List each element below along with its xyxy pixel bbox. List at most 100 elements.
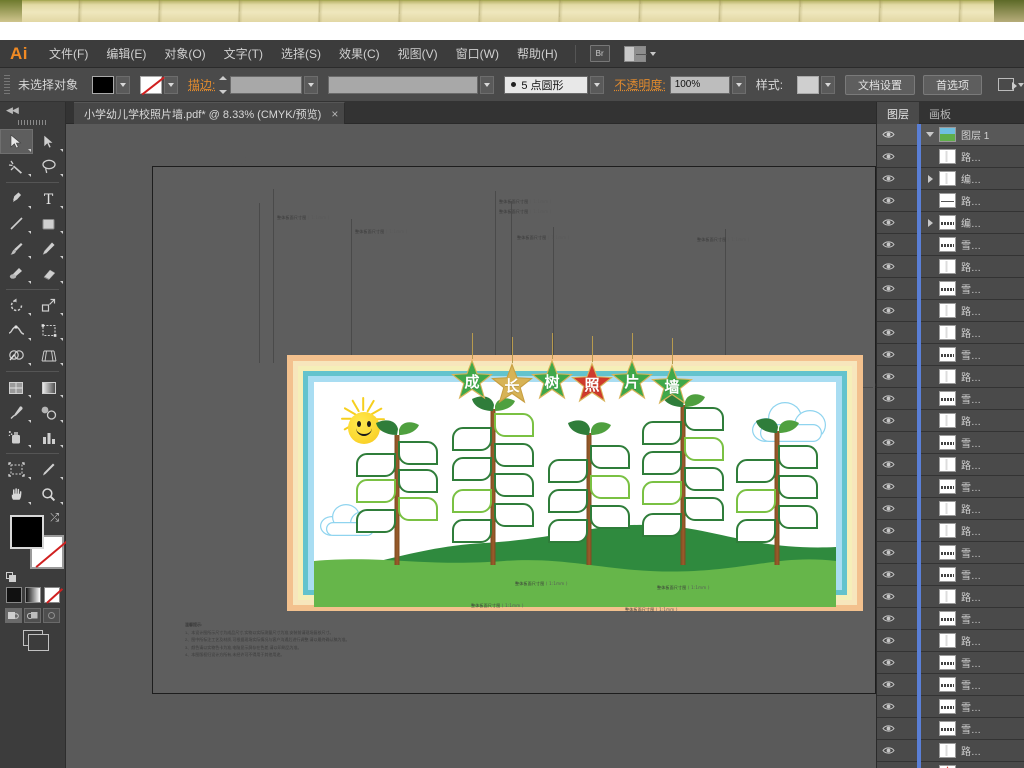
layer-name[interactable]: 路… [961, 457, 981, 472]
layer-name[interactable]: 路… [961, 149, 981, 164]
stroke-profile-input[interactable] [328, 76, 478, 94]
none-button[interactable] [44, 587, 60, 603]
eye-icon[interactable] [877, 284, 899, 293]
photo-frame[interactable] [548, 519, 588, 543]
swap-fill-stroke-icon[interactable]: ⤮ [50, 512, 59, 525]
rectangle-tool[interactable] [33, 211, 66, 236]
photo-frame[interactable] [494, 443, 534, 467]
eye-icon[interactable] [877, 636, 899, 645]
layer-row[interactable]: 路… [877, 300, 1024, 322]
photo-frame[interactable] [590, 475, 630, 499]
eye-icon[interactable] [877, 394, 899, 403]
screen-mode-button[interactable] [0, 630, 65, 646]
eye-icon[interactable] [877, 328, 899, 337]
photo-frame[interactable] [736, 459, 776, 483]
mesh-tool[interactable] [0, 375, 33, 400]
disclosure-triangle-icon[interactable] [921, 175, 939, 183]
column-graph-tool[interactable] [33, 425, 66, 450]
photo-frame[interactable] [548, 459, 588, 483]
direct-selection-tool[interactable] [33, 129, 66, 154]
layer-row[interactable]: 路… [877, 190, 1024, 212]
eye-icon[interactable] [877, 614, 899, 623]
layer-row[interactable]: 路… [877, 146, 1024, 168]
eye-icon[interactable] [877, 152, 899, 161]
menu-select[interactable]: 选择(S) [272, 40, 330, 67]
photo-frame[interactable] [736, 519, 776, 543]
layer-name[interactable]: 编… [961, 171, 981, 186]
eye-icon[interactable] [877, 174, 899, 183]
photo-frame[interactable] [684, 497, 724, 521]
title-star-2[interactable]: 长 [491, 363, 533, 405]
photo-frame[interactable] [778, 505, 818, 529]
eye-icon[interactable] [877, 548, 899, 557]
eye-icon[interactable] [877, 372, 899, 381]
gradient-tool[interactable] [33, 375, 66, 400]
layer-row[interactable]: 路… [877, 630, 1024, 652]
stroke-weight-stepper[interactable] [219, 76, 229, 94]
layer-name[interactable]: 路… [961, 193, 981, 208]
tree-1[interactable] [358, 417, 436, 565]
layer-row[interactable]: 雪… [877, 278, 1024, 300]
layer-row[interactable]: 雪… [877, 432, 1024, 454]
photo-frame[interactable] [452, 519, 492, 543]
eye-icon[interactable] [877, 130, 899, 139]
rotate-tool[interactable] [0, 293, 33, 318]
layer-name[interactable]: 雪… [961, 721, 981, 736]
layer-name[interactable]: 路… [961, 259, 981, 274]
photo-frame[interactable] [398, 469, 438, 493]
photo-frame[interactable] [356, 453, 396, 477]
type-tool[interactable]: T [33, 186, 66, 211]
eye-icon[interactable] [877, 570, 899, 579]
eye-icon[interactable] [877, 262, 899, 271]
fill-dropdown[interactable] [116, 76, 130, 94]
eye-icon[interactable] [877, 196, 899, 205]
eye-icon[interactable] [877, 526, 899, 535]
layer-name[interactable]: 路… [961, 589, 981, 604]
title-star-6[interactable]: 墙 [651, 364, 693, 406]
bridge-icon[interactable]: Br [590, 45, 610, 62]
photo-frame[interactable] [590, 505, 630, 529]
eraser-tool[interactable] [33, 261, 66, 286]
layer-row-root[interactable]: 图层 1 [877, 124, 1024, 146]
title-star-1[interactable]: 成 [451, 359, 493, 401]
photo-frame[interactable] [452, 457, 492, 481]
zoom-tool[interactable] [33, 482, 66, 507]
layer-name[interactable]: 路… [961, 633, 981, 648]
eye-icon[interactable] [877, 350, 899, 359]
photo-frame[interactable] [548, 489, 588, 513]
gradient-button[interactable] [25, 587, 41, 603]
disclosure-triangle-icon[interactable] [921, 219, 939, 227]
free-transform-tool[interactable] [33, 318, 66, 343]
layer-name[interactable]: 路… [961, 501, 981, 516]
line-segment-tool[interactable] [0, 211, 33, 236]
brush-definition-dropdown[interactable] [590, 76, 604, 94]
layer-row[interactable]: 雪… [877, 674, 1024, 696]
eye-icon[interactable] [877, 240, 899, 249]
layer-row[interactable]: 雪… [877, 234, 1024, 256]
photo-frame[interactable] [356, 479, 396, 503]
layer-row[interactable]: 路… [877, 586, 1024, 608]
default-fill-stroke-icon[interactable] [6, 572, 17, 583]
paintbrush-tool[interactable] [0, 236, 33, 261]
layer-row[interactable]: 路… [877, 410, 1024, 432]
menu-window[interactable]: 窗口(W) [447, 40, 508, 67]
perspective-grid-tool[interactable] [33, 343, 66, 368]
lasso-tool[interactable] [33, 154, 66, 179]
photo-frame[interactable] [736, 489, 776, 513]
layer-name[interactable]: 雪… [961, 545, 981, 560]
photo-frame[interactable] [590, 445, 630, 469]
layer-row[interactable]: 雪… [877, 344, 1024, 366]
artboard[interactable]: 成 长 树 照 片 墙 整体板面尺寸图 (1:1mm) 整体板面尺寸图 (… [152, 166, 876, 694]
layer-row[interactable]: 编… [877, 212, 1024, 234]
hand-tool[interactable] [0, 482, 33, 507]
layer-name[interactable]: 雪… [961, 677, 981, 692]
scale-tool[interactable] [33, 293, 66, 318]
photo-frame[interactable] [684, 437, 724, 461]
menu-view[interactable]: 视图(V) [389, 40, 447, 67]
menu-file[interactable]: 文件(F) [40, 40, 97, 67]
fill-swatch[interactable] [92, 76, 114, 94]
layer-row[interactable]: 路… [877, 322, 1024, 344]
document-setup-button[interactable]: 文档设置 [845, 75, 915, 95]
graphic-style-dropdown[interactable] [821, 76, 835, 94]
menu-type[interactable]: 文字(T) [215, 40, 272, 67]
